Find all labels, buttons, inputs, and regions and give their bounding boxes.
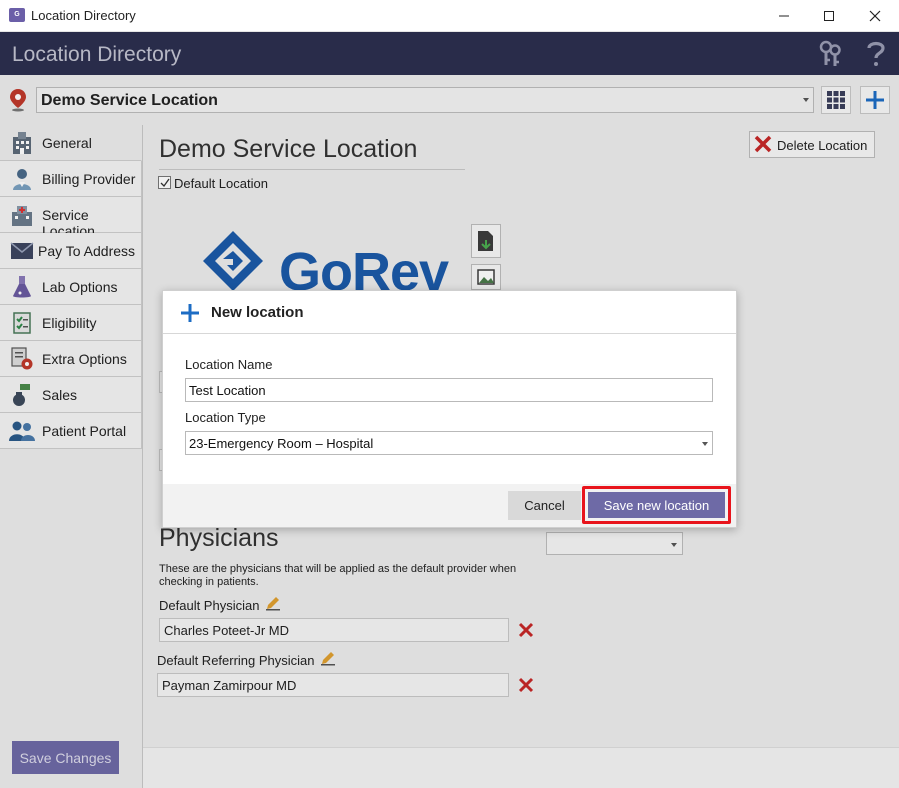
location-type-select[interactable]: 23-Emergency Room – Hospital: [185, 431, 713, 455]
new-location-dialog: New location Location Name Test Location…: [162, 290, 737, 528]
save-new-location-button[interactable]: Save new location: [588, 492, 725, 518]
dialog-header: New location: [163, 291, 736, 334]
location-name-label: Location Name: [185, 357, 273, 372]
close-window-button[interactable]: [852, 0, 898, 31]
minimize-button[interactable]: [761, 0, 807, 31]
window-title: Location Directory: [31, 8, 136, 23]
maximize-button[interactable]: [806, 0, 852, 31]
dialog-title: New location: [211, 304, 304, 321]
save-new-location-highlight: Save new location: [582, 486, 731, 524]
app-logo-icon: G: [9, 8, 25, 22]
window-titlebar: G Location Directory: [0, 0, 899, 32]
plus-icon: [181, 304, 199, 322]
maximize-icon: [824, 10, 834, 21]
close-icon: [869, 10, 881, 21]
cancel-button[interactable]: Cancel: [508, 491, 581, 520]
location-type-label: Location Type: [185, 410, 266, 425]
location-type-value: 23-Emergency Room – Hospital: [189, 436, 374, 451]
chevron-down-icon: [702, 442, 708, 446]
minimize-icon: [779, 15, 789, 16]
location-name-input[interactable]: Test Location: [185, 378, 713, 402]
